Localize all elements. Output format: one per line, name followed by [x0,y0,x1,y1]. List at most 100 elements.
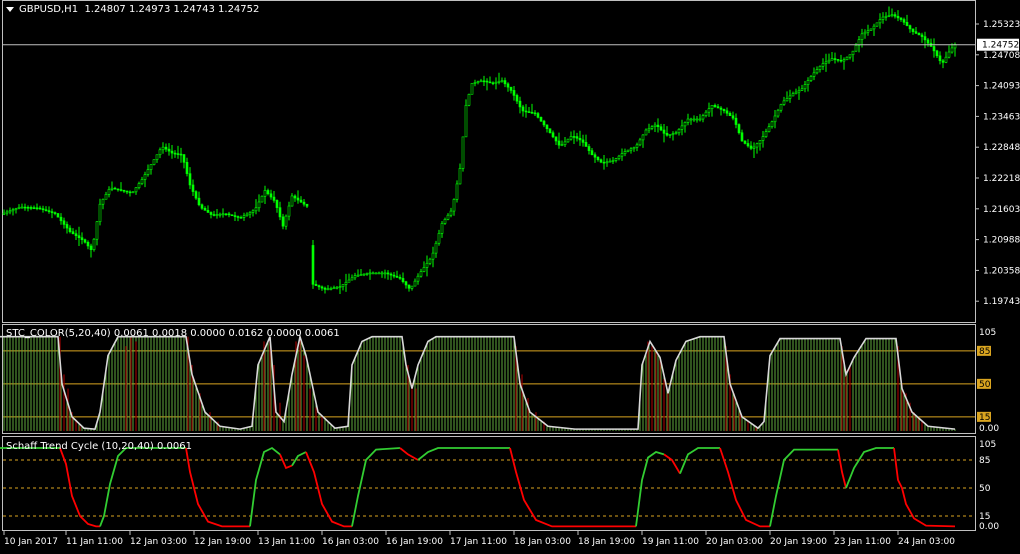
candle-body [731,115,735,119]
terminal-chart-window[interactable]: 1.25323 1.24708 1.24093 1.23463 1.22848 1.222… [0,0,1020,551]
time-tick-label: 12 Jan 03:00 [130,537,187,547]
candle-body [41,208,45,210]
candle-body [542,120,546,126]
candle-body [368,272,372,275]
candle-body [536,113,540,118]
candle-body [458,168,462,185]
candle-body [290,195,294,207]
candle-body [845,56,849,60]
candle-body [203,208,207,211]
candle-body [80,237,84,240]
candle-body [950,47,954,53]
candle-body [140,179,144,184]
candle-body [761,136,765,141]
candle-body [713,104,717,107]
candle-body [566,138,570,143]
stc-tick-label: 50 [979,380,991,390]
candle-body [227,213,231,216]
schaff-line-segment [279,454,293,470]
candle-body [890,14,894,16]
candle-body [809,76,813,81]
candle-body [125,190,129,193]
price-tick-label: 1.20988 [983,236,1020,246]
candle-body [878,19,882,24]
main-panel-frame [2,0,976,323]
candle-body [395,275,399,278]
candle-body [821,63,825,67]
candle-body [497,81,501,83]
candle-body [110,187,114,190]
candle-body [932,46,936,52]
candle-body [86,241,90,247]
candle-body [755,143,759,148]
candle-body [74,233,78,236]
candle-body [545,124,549,130]
candle-body [659,126,663,131]
candle-body [461,136,465,169]
candle-body [776,109,780,117]
candle-body [866,30,870,33]
candle-body [386,272,390,275]
candle-body [773,115,777,123]
candle-body [737,124,741,134]
candle-body [149,164,153,170]
candle-body [2,212,6,215]
candle-body [413,280,417,287]
candle-body [53,212,57,214]
candle-body [215,214,219,216]
candle-body [452,199,456,212]
candle-body [65,224,69,229]
candle-body [860,33,864,40]
schaff-tick-label: 105 [979,440,996,450]
candle-body [71,231,75,234]
candle-body [941,60,945,63]
candle-body [785,98,789,102]
candle-body [5,211,9,214]
schaff-line-segment [399,447,419,461]
candle-body [332,287,336,290]
candle-body [482,80,486,83]
candle-body [440,223,444,234]
chart-canvas[interactable]: 1.25323 1.24708 1.24093 1.23463 1.22848 1.222… [0,0,1020,551]
candle-body [362,273,366,276]
candle-body [158,149,162,156]
candle-body [389,273,393,276]
price-tick-label: 1.22218 [983,174,1020,184]
candle-body [296,197,300,201]
candle-body [11,209,15,212]
candle-body [824,61,828,64]
candle-body [704,111,708,116]
candle-body [605,161,609,164]
candle-body [770,121,774,128]
candle-body [83,239,87,243]
candle-body [509,86,513,91]
candle-body [392,274,396,277]
candle-body [428,258,432,264]
candle-body [434,242,438,254]
candle-body [524,110,528,113]
chevron-down-icon[interactable] [6,6,14,12]
candle-body [470,82,474,95]
schaff-line-segment [719,447,770,528]
candle-body [164,146,168,150]
candle-body [782,100,786,105]
candle-body [455,183,459,200]
candle-body [302,201,306,205]
candle-body [533,112,537,115]
candle-body [839,59,843,62]
candle-body [779,104,783,111]
candle-body [257,201,261,209]
candle-body [905,21,909,26]
candle-body [437,233,441,244]
candle-body [206,210,210,213]
candle-body [194,191,198,199]
candle-body [569,136,573,140]
candle-body [806,80,810,85]
schaff-tick-label: 0.00 [979,522,999,532]
schaff-line-segment [305,451,352,528]
candle-body [350,277,354,281]
candle-body [191,184,195,192]
schaff-line-segment [663,453,681,475]
candle-body [572,136,576,138]
candle-body [638,139,642,146]
